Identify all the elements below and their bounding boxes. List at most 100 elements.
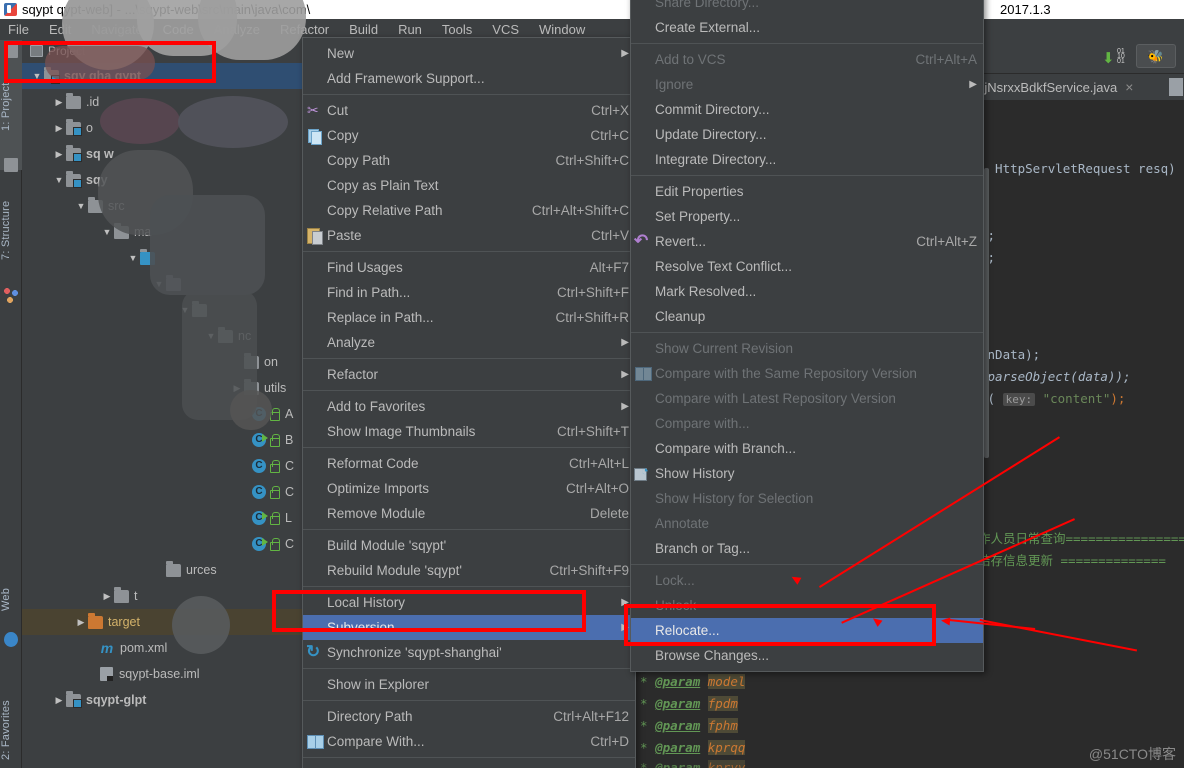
tree-row-class-3[interactable]: C C [22, 453, 322, 479]
menu-item-relocate[interactable]: Relocate... [631, 618, 983, 643]
menu-item-mark-resolved[interactable]: Mark Resolved... [631, 279, 983, 304]
menu-refactor[interactable]: Refactor [277, 21, 332, 38]
menu-item-cleanup[interactable]: Cleanup [631, 304, 983, 329]
sidebar-item-project[interactable]: 1: Project [0, 62, 22, 152]
menu-item-copy-path[interactable]: Copy Path Ctrl+Shift+C [303, 148, 635, 173]
menu-item-copy-relative-path[interactable]: Copy Relative Path Ctrl+Alt+Shift+C [303, 198, 635, 223]
tree-row-class-1[interactable]: C A [22, 401, 322, 427]
sidebar-item-web[interactable]: Web [0, 570, 22, 628]
tree-row-module-root[interactable]: ▼ sqy gha qypt [22, 63, 322, 89]
tree-row-class-2[interactable]: C B [22, 427, 322, 453]
sidebar-item-structure[interactable]: 7: Structure [0, 175, 22, 285]
tree-row-pkg-2[interactable]: ▼ [22, 297, 322, 323]
menu-item-directory-path[interactable]: Directory Path Ctrl+Alt+F12 [303, 704, 635, 729]
twisty-icon[interactable]: ▶ [74, 617, 88, 628]
twisty-icon[interactable]: ▼ [126, 253, 140, 263]
menu-window[interactable]: Window [536, 21, 588, 38]
tree-row-java-src[interactable]: ▼ [22, 245, 322, 271]
close-icon[interactable]: × [1125, 79, 1133, 95]
menu-navigate[interactable]: Navigate [88, 21, 145, 38]
twisty-icon[interactable]: ▼ [52, 175, 66, 185]
menu-item-show-history[interactable]: Show History [631, 461, 983, 486]
menu-item-optimize-imports[interactable]: Optimize Imports Ctrl+Alt+O [303, 476, 635, 501]
menu-item-new[interactable]: New ▶ [303, 41, 635, 66]
menu-item-copy[interactable]: Copy Ctrl+C [303, 123, 635, 148]
menu-item-add-to-favorites[interactable]: Add to Favorites ▶ [303, 394, 635, 419]
menu-item-edit-properties[interactable]: Edit Properties [631, 179, 983, 204]
menu-item-integrate-directory[interactable]: Integrate Directory... [631, 147, 983, 172]
menu-item-replace-in-path[interactable]: Replace in Path... Ctrl+Shift+R [303, 305, 635, 330]
tree-row-class-4[interactable]: C C [22, 479, 322, 505]
menu-item-refactor[interactable]: Refactor ▶ [303, 362, 635, 387]
menu-tools[interactable]: Tools [439, 21, 475, 38]
menu-item-update-directory[interactable]: Update Directory... [631, 122, 983, 147]
tree-row-resources[interactable]: urces [22, 557, 322, 583]
tree-row-sqypt-glpt[interactable]: ▶ sqypt-glpt [22, 687, 322, 713]
twisty-icon[interactable]: ▶ [52, 123, 66, 134]
menu-item-rebuild-module[interactable]: Rebuild Module 'sqypt' Ctrl+Shift+F9 [303, 558, 635, 583]
menu-item-reformat-code[interactable]: Reformat Code Ctrl+Alt+L [303, 451, 635, 476]
twisty-icon[interactable]: ▼ [74, 201, 88, 211]
project-window-icon[interactable] [4, 44, 18, 58]
menu-item-find-in-path[interactable]: Find in Path... Ctrl+Shift+F [303, 280, 635, 305]
menu-vcs[interactable]: VCS [489, 21, 522, 38]
tree-row-class-6[interactable]: C C [22, 531, 322, 557]
menu-item-remove-module[interactable]: Remove Module Delete [303, 501, 635, 526]
tree-row-idea[interactable]: ▶ .id [22, 89, 322, 115]
menu-item-show-in-explorer[interactable]: Show in Explorer [303, 672, 635, 697]
menu-item-copy-as-plain-text[interactable]: Copy as Plain Text [303, 173, 635, 198]
menu-item-cut[interactable]: Cut Ctrl+X [303, 98, 635, 123]
tree-row-main[interactable]: ▼ ma [22, 219, 322, 245]
menu-code[interactable]: Code [160, 21, 197, 38]
twisty-icon[interactable]: ▶ [230, 383, 244, 394]
menu-item-compare-with[interactable]: Compare With... Ctrl+D [303, 729, 635, 754]
tree-row-module-2[interactable]: ▶ o [22, 115, 322, 141]
menu-analyze[interactable]: Analyze [211, 21, 263, 38]
twisty-icon[interactable]: ▶ [52, 695, 66, 706]
menu-item-add-framework-support[interactable]: Add Framework Support... [303, 66, 635, 91]
menu-item-open-module-settings[interactable]: Open Module Settings F4 [303, 761, 635, 768]
download-arrow-icon[interactable]: ⬇ [1102, 49, 1115, 67]
tree-row-pom[interactable]: m pom.xml [22, 635, 322, 661]
menu-item-resolve-text-conflict[interactable]: Resolve Text Conflict... [631, 254, 983, 279]
menu-item-compare-with-branch[interactable]: Compare with Branch... [631, 436, 983, 461]
twisty-icon[interactable]: ▶ [52, 97, 66, 108]
menu-item-analyze[interactable]: Analyze ▶ [303, 330, 635, 355]
menu-build[interactable]: Build [346, 21, 381, 38]
tree-row-target[interactable]: ▶ target [22, 609, 322, 635]
tree-row-pkg-3[interactable]: ▼ nc [22, 323, 322, 349]
menu-item-show-image-thumbnails[interactable]: Show Image Thumbnails Ctrl+Shift+T [303, 419, 635, 444]
menu-item-set-property[interactable]: Set Property... [631, 204, 983, 229]
editor-scrollbar-thumb[interactable] [984, 168, 989, 458]
tree-row-src[interactable]: ▼ src [22, 193, 322, 219]
tree-row-pkg-4[interactable]: on [22, 349, 322, 375]
menu-file[interactable]: File [5, 21, 32, 38]
binary-101-icon[interactable]: 01 10 01 [1117, 48, 1125, 65]
code-editor[interactable]: , HttpServletRequest resq) { ); ); onDat… [984, 108, 1184, 618]
menu-item-commit-directory[interactable]: Commit Directory... [631, 97, 983, 122]
sidebar-item-favorites[interactable]: 2: Favorites [0, 680, 22, 768]
twisty-icon[interactable]: ▼ [152, 279, 166, 289]
menu-item-local-history[interactable]: Local History ▶ [303, 590, 635, 615]
menu-item-browse-changes[interactable]: Browse Changes... [631, 643, 983, 668]
tree-row-pkg-1[interactable]: ▼ [22, 271, 322, 297]
menu-item-build-module[interactable]: Build Module 'sqypt' [303, 533, 635, 558]
tree-row-module-4[interactable]: ▼ sqy [22, 167, 322, 193]
tree-row-module-3[interactable]: ▶ sq w [22, 141, 322, 167]
ant-build-icon[interactable]: 🐝 [1136, 44, 1176, 68]
menu-item-synchronize[interactable]: Synchronize 'sqypt-shanghai' [303, 640, 635, 665]
twisty-icon[interactable]: ▼ [204, 331, 218, 341]
tree-row-iml[interactable]: sqypt-base.iml [22, 661, 322, 687]
twisty-icon[interactable]: ▶ [52, 149, 66, 160]
menu-item-paste[interactable]: Paste Ctrl+V [303, 223, 635, 248]
twisty-icon[interactable]: ▼ [178, 305, 192, 315]
editor-tab[interactable]: )jNsrxxBdkfService.java × [980, 74, 1133, 100]
menu-item-find-usages[interactable]: Find Usages Alt+F7 [303, 255, 635, 280]
menu-edit[interactable]: Edit [46, 21, 74, 38]
twisty-icon[interactable]: ▼ [100, 227, 114, 237]
menu-run[interactable]: Run [395, 21, 425, 38]
menu-item-branch-or-tag[interactable]: Branch or Tag... [631, 536, 983, 561]
tree-row-test[interactable]: ▶ t [22, 583, 322, 609]
twisty-icon[interactable]: ▼ [30, 71, 44, 81]
twisty-icon[interactable]: ▶ [100, 591, 114, 602]
